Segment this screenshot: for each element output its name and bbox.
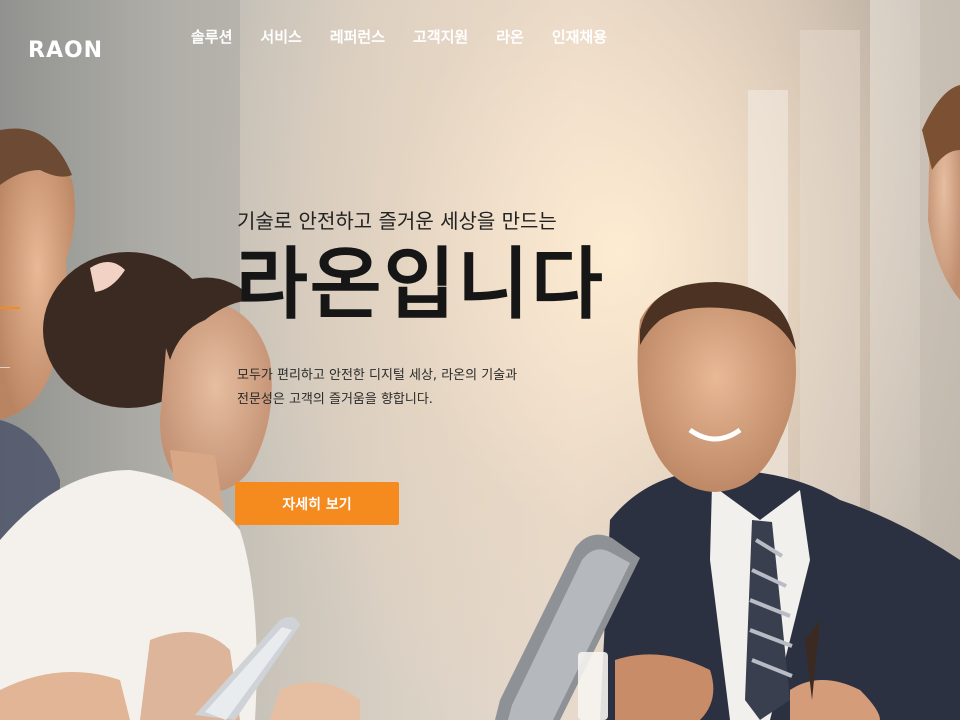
hero-background-photo [0,0,960,720]
nav-item-support[interactable]: 고객지원 [413,26,468,48]
nav-item-reference[interactable]: 레퍼런스 [330,26,385,48]
raon-logo[interactable]: RAON [28,22,103,62]
learn-more-button[interactable]: 자세히 보기 [235,482,399,525]
hero-description-line1: 모두가 편리하고 안전한 디지털 세상, 라온의 기술과 [237,368,518,383]
nav-item-careers[interactable]: 인재채용 [552,26,607,48]
hero-description: 모두가 편리하고 안전한 디지털 세상, 라온의 기술과 전문성은 고객의 즐거… [237,364,597,412]
slide-indicator-active[interactable] [0,307,20,309]
hero-title: 라온입니다 [236,240,605,330]
nav-item-service[interactable]: 서비스 [260,26,301,48]
main-menu: 솔루션 서비스 레퍼런스 고객지원 라온 인재채용 [191,26,635,48]
top-navigation: RAON 솔루션 서비스 레퍼런스 고객지원 라온 인재채용 [0,0,960,78]
hero-banner: RAON 솔루션 서비스 레퍼런스 고객지원 라온 인재채용 기술로 안전하고 … [0,0,960,720]
logo-wordmark: RAON [28,38,104,63]
hero-subtitle: 기술로 안전하고 즐거운 세상을 만드는 [237,209,557,233]
nav-item-solution[interactable]: 솔루션 [191,26,232,48]
hero-description-line2: 전문성은 고객의 즐거움을 향합니다. [237,392,433,407]
slide-indicator[interactable] [0,367,10,368]
nav-item-raon[interactable]: 라온 [496,26,524,48]
